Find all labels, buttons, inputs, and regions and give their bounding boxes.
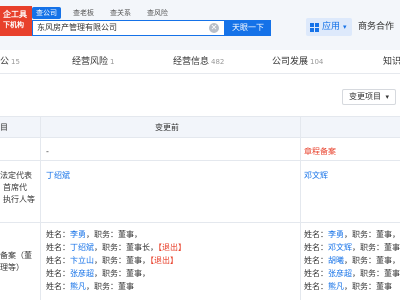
name-prefix: 姓名：: [304, 269, 328, 278]
person-link[interactable]: 胡曦: [328, 256, 344, 265]
list-item: 姓名：邓文辉，职务：董事长: [304, 242, 400, 253]
search-input[interactable]: 东风房产管理有限公司: [32, 20, 225, 36]
tab-risk[interactable]: 查风险: [143, 7, 172, 19]
list-item: 姓名：李勇，职务：董事，: [46, 229, 142, 240]
cell-item-line: 首席代: [3, 183, 27, 192]
exit-tag: 【退出】: [150, 256, 178, 265]
change-item-label: 变更项目: [349, 92, 381, 101]
name-prefix: 姓名：: [46, 282, 70, 291]
tab-count: 104: [310, 58, 324, 66]
tab-boss[interactable]: 查老板: [69, 7, 98, 19]
table-header: 目 变更前: [0, 116, 400, 138]
list-item: 姓名：张彦超，职务：董事，: [46, 268, 150, 279]
change-item-select[interactable]: 变更项目 ▾: [342, 89, 396, 105]
role-text: ，职务：董事，: [94, 256, 150, 265]
column-divider: [40, 116, 41, 300]
cell-item-line: 执行人等: [3, 195, 35, 204]
tab-knowledge[interactable]: 知识: [383, 56, 400, 68]
person-link[interactable]: 张彦超: [70, 269, 94, 278]
list-item: 姓名：熊凡，职务：董事: [46, 281, 134, 292]
tab-count: 15: [11, 58, 20, 66]
column-header-before: 变更前: [155, 123, 179, 132]
row-divider: [0, 222, 400, 223]
cell-item-line: 备案（董: [0, 251, 32, 260]
person-link[interactable]: 邓文辉: [328, 243, 352, 252]
person-link[interactable]: 李勇: [328, 230, 344, 239]
clear-icon[interactable]: ✕: [209, 23, 219, 33]
tab-business-risk[interactable]: 经营风险 1: [72, 56, 114, 68]
role-text: ，职务：董事，: [94, 269, 150, 278]
tab-relation[interactable]: 查关系: [106, 7, 135, 19]
tab-category-1[interactable]: 公 15: [0, 56, 20, 68]
column-divider: [300, 116, 301, 300]
tab-count: 1: [110, 58, 115, 66]
role-text: ，职务：董事，: [344, 230, 400, 239]
tab-company-development[interactable]: 公司发展 104: [272, 56, 323, 68]
list-item: 姓名：卞立山，职务：董事，【退出】: [46, 255, 178, 266]
search-button[interactable]: 天眼一下: [225, 20, 271, 36]
list-item: 姓名：胡曦，职务：董事，: [304, 255, 400, 266]
tab-company[interactable]: 查公司: [32, 7, 61, 19]
logo-line-1: 企工具: [3, 10, 27, 19]
name-prefix: 姓名：: [46, 230, 70, 239]
column-header-item: 目: [0, 123, 8, 132]
person-link[interactable]: 熊凡: [70, 282, 86, 291]
chevron-down-icon: ▾: [343, 23, 347, 31]
person-link[interactable]: 卞立山: [70, 256, 94, 265]
name-prefix: 姓名：: [46, 243, 70, 252]
role-text: ，职务：董事长: [352, 243, 400, 252]
name-prefix: 姓名：: [304, 230, 328, 239]
role-text: ，职务：董事: [86, 282, 134, 291]
person-link[interactable]: 李勇: [70, 230, 86, 239]
cell-after: 章程备案: [304, 147, 336, 156]
business-cooperation-link[interactable]: 商务合作: [358, 18, 394, 36]
person-link[interactable]: 丁绍斌: [46, 170, 70, 181]
person-link[interactable]: 邓文辉: [304, 170, 328, 181]
category-tabs: 公 15 经营风险 1 经营信息 482 公司发展 104 知识: [0, 50, 400, 74]
name-prefix: 姓名：: [46, 256, 70, 265]
tab-label: 知识: [383, 57, 400, 67]
role-text: ，职务：董事: [344, 282, 392, 291]
role-text: ，职务：董事，: [352, 269, 400, 278]
chevron-down-icon: ▾: [385, 93, 390, 101]
logo-line-2: 下机构: [3, 21, 24, 29]
tab-label: 经营信息: [173, 57, 210, 67]
apps-label: 应用: [322, 22, 341, 32]
search-type-tabs: 查公司 查老板 查关系 查风险: [32, 7, 172, 19]
tab-label: 公: [0, 57, 10, 67]
site-logo[interactable]: 企工具 下机构: [0, 6, 32, 36]
apps-button[interactable]: 应用 ▾: [306, 18, 352, 36]
role-text: ，职务：董事，: [344, 256, 400, 265]
exit-tag: 【退出】: [158, 243, 186, 252]
list-item: 姓名：张彦超，职务：董事，: [304, 268, 400, 279]
role-text: ，职务：董事长，: [94, 243, 158, 252]
tab-label: 公司发展: [272, 57, 309, 67]
tab-label: 经营风险: [72, 57, 109, 67]
name-prefix: 姓名：: [304, 256, 328, 265]
name-prefix: 姓名：: [46, 269, 70, 278]
role-text: ，职务：董事，: [86, 230, 142, 239]
cell-item-line: 法定代表: [0, 171, 32, 180]
name-prefix: 姓名：: [304, 243, 328, 252]
list-item: 姓名：李勇，职务：董事，: [304, 229, 400, 240]
tab-count: 482: [211, 58, 225, 66]
tab-business-info[interactable]: 经营信息 482: [173, 56, 224, 68]
row-divider: [0, 160, 400, 161]
list-item: 姓名：丁绍斌，职务：董事长，【退出】: [46, 242, 186, 253]
cell-before: -: [46, 147, 49, 156]
person-link[interactable]: 张彦超: [328, 269, 352, 278]
person-link[interactable]: 丁绍斌: [70, 243, 94, 252]
list-item: 姓名：熊凡，职务：董事: [304, 281, 392, 292]
cell-item-line: 理等）: [0, 263, 24, 272]
name-prefix: 姓名：: [304, 282, 328, 291]
grid-icon: [310, 22, 319, 32]
person-link[interactable]: 熊凡: [328, 282, 344, 291]
